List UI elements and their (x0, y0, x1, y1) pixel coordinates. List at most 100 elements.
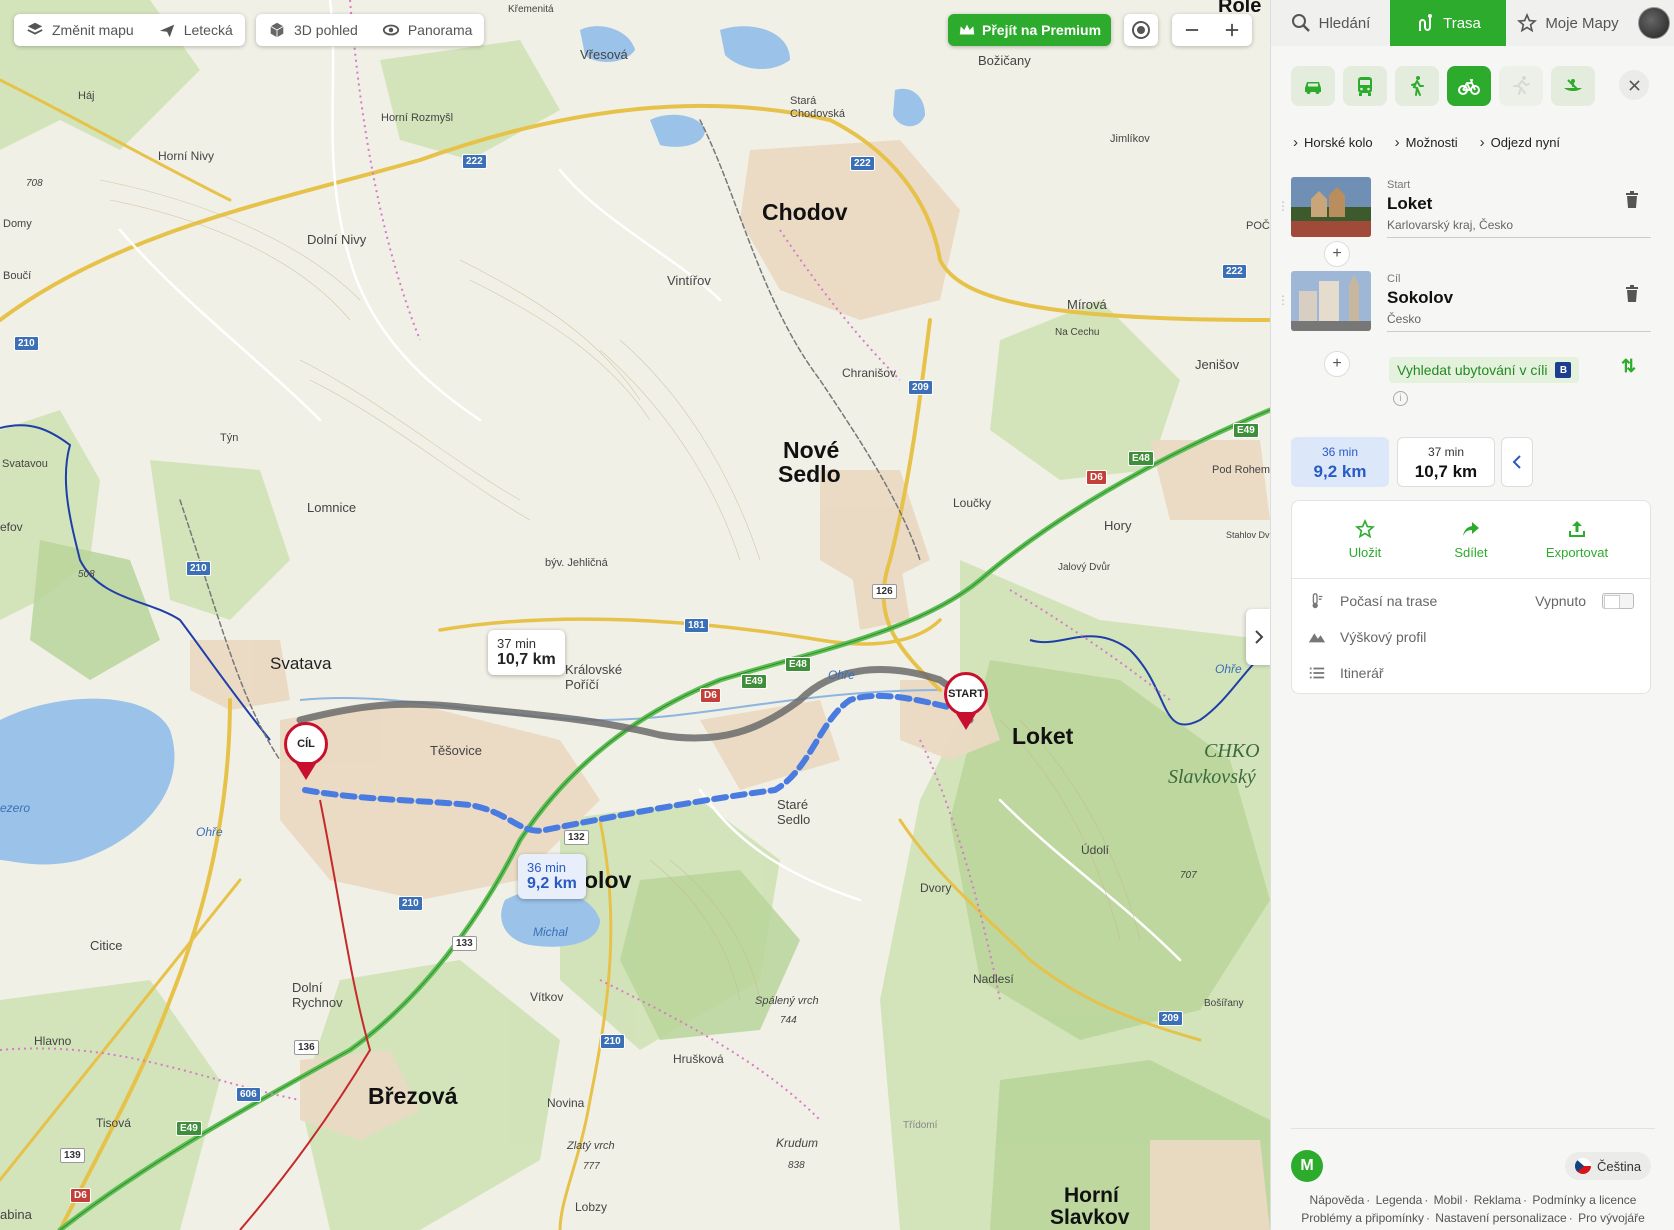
target-icon (1132, 21, 1150, 39)
place-lobzy: Lobzy (575, 1200, 608, 1214)
mode-walk-button[interactable] (1395, 66, 1439, 106)
sidebar-tabs: Hledání Trasa Moje Mapy (1271, 0, 1674, 46)
weather-row[interactable]: Počasí na trase Vypnuto (1292, 583, 1650, 619)
zoom-out-button[interactable] (1172, 14, 1212, 46)
list-icon (1309, 667, 1325, 679)
bike-type-option[interactable]: › Horské kolo (1293, 134, 1373, 151)
user-avatar[interactable] (1638, 7, 1670, 39)
route-alternative-1[interactable]: 36 min 9,2 km (1291, 437, 1389, 487)
end-divider (1387, 331, 1651, 332)
language-selector[interactable]: Čeština (1565, 1152, 1652, 1180)
aerial-button[interactable]: Letecká (146, 14, 245, 46)
tab-my-maps[interactable]: Moje Mapy (1506, 0, 1630, 46)
place-udoli: Údolí (1081, 843, 1110, 857)
place-dolni-rychnov-1: Dolní (292, 980, 323, 995)
booking-icon: B (1555, 362, 1572, 378)
mode-transit-button[interactable] (1343, 66, 1387, 106)
routes-collapse-button[interactable] (1501, 437, 1533, 487)
tab-route[interactable]: Trasa (1390, 0, 1506, 46)
footer-link[interactable]: Legenda (1376, 1193, 1423, 1207)
info-icon[interactable]: i (1393, 391, 1408, 406)
footer-link[interactable]: Nastavení personalizace (1435, 1211, 1566, 1225)
place-byv-jehlicna: býv. Jehličná (545, 557, 608, 569)
tab-search[interactable]: Hledání (1271, 0, 1390, 46)
start-pin-tip (955, 712, 977, 730)
walk-icon (1411, 76, 1424, 96)
road-210-a: 210 (14, 336, 39, 351)
route-details-card: Uložit Sdílet Exportovat Počasí na trase… (1291, 500, 1651, 694)
add-waypoint-button[interactable]: + (1324, 241, 1350, 267)
add-waypoint-end-button[interactable]: + (1324, 351, 1350, 377)
waypoint-start[interactable]: ⋮⋮ Start Loket Karlovarský kraj, Česko (1277, 177, 1651, 239)
footer-link[interactable]: Nápověda (1310, 1193, 1365, 1207)
mode-run-button[interactable] (1499, 66, 1543, 106)
route-1-distance: 9,2 km (1313, 462, 1367, 481)
departure-label: Odjezd nyní (1490, 135, 1561, 150)
road-222-c: 222 (1222, 264, 1247, 279)
route-alternative-2[interactable]: 37 min 10,7 km (1397, 437, 1495, 487)
options-option[interactable]: › Možnosti (1395, 134, 1458, 151)
alt-route-bubble[interactable]: 37 min 10,7 km (488, 630, 565, 675)
start-pin[interactable]: START (944, 672, 988, 730)
export-button[interactable]: Exportovat (1532, 501, 1622, 578)
mode-boat-button[interactable] (1551, 66, 1595, 106)
mountain-icon (1308, 633, 1326, 643)
alt-route-time: 37 min (497, 636, 537, 651)
footer-link[interactable]: Reklama (1474, 1193, 1521, 1207)
footer-link[interactable]: Mobil (1434, 1193, 1463, 1207)
river-ohre-1: Ohře (828, 668, 855, 682)
road-e49-b: E49 (1233, 423, 1259, 438)
departure-option[interactable]: › Odjezd nyní (1480, 134, 1560, 151)
share-button[interactable]: Sdílet (1426, 501, 1516, 578)
footer-link[interactable]: Pro vývojáře (1578, 1211, 1645, 1225)
zoom-in-button[interactable] (1212, 14, 1252, 46)
save-button[interactable]: Uložit (1320, 501, 1410, 578)
main-route-bubble[interactable]: 36 min 9,2 km (518, 854, 586, 899)
footer-link[interactable]: Problémy a připomínky (1301, 1211, 1424, 1225)
find-accommodation-button[interactable]: Vyhledat ubytování v cíli B (1389, 357, 1580, 383)
place-lomnice: Lomnice (307, 500, 357, 515)
loket-photo (1291, 177, 1371, 237)
elevation-label: Výškový profil (1340, 629, 1427, 645)
start-region: Karlovarský kraj, Česko (1387, 218, 1514, 232)
weather-toggle[interactable] (1602, 593, 1634, 609)
trash-icon[interactable] (1625, 191, 1639, 209)
elevation-row[interactable]: Výškový profil (1292, 619, 1650, 655)
place-tesovice: Těšovice (430, 743, 483, 758)
map-canvas[interactable]: Chodov Nové Sedlo Loket olov Březová Hor… (0, 0, 1270, 1230)
road-181: 181 (684, 618, 709, 633)
panorama-button[interactable]: Panorama (370, 14, 485, 46)
mode-bike-button[interactable] (1447, 66, 1491, 106)
road-132: 132 (564, 830, 589, 845)
place-bouci: Boučí (3, 270, 32, 282)
place-nadlesi: Nadlesí (973, 972, 1014, 986)
change-map-button[interactable]: Změnit mapu (14, 14, 146, 46)
swap-icon[interactable]: ⇅ (1621, 356, 1636, 377)
mapy-logo[interactable]: M (1291, 1150, 1323, 1182)
place-mirova: Mírová (1067, 297, 1107, 312)
close-route-button[interactable] (1619, 70, 1649, 100)
save-label: Uložit (1348, 545, 1382, 560)
route-icon (1419, 14, 1433, 31)
place-tyn: Týn (220, 432, 239, 444)
view-3d-button[interactable]: 3D pohled (256, 14, 370, 46)
itinerary-row[interactable]: Itinerář (1292, 655, 1650, 691)
mode-car-button[interactable] (1291, 66, 1335, 106)
destination-pin[interactable]: CÍL (284, 722, 328, 780)
trash-icon[interactable] (1625, 285, 1639, 303)
footer-link[interactable]: Podmínky a licence (1532, 1193, 1636, 1207)
chko-label-1: CHKO (1204, 740, 1260, 762)
aerial-label: Letecká (183, 22, 233, 38)
panel-collapse-button[interactable] (1246, 609, 1270, 665)
place-hory: Hory (1104, 518, 1132, 533)
zoom-controls (1172, 14, 1252, 46)
start-divider (1387, 237, 1651, 238)
peak-508: 508 (78, 569, 95, 580)
bike-type-label: Horské kolo (1304, 135, 1373, 150)
waypoint-end[interactable]: ⋮⋮ Cíl Sokolov Česko (1277, 271, 1651, 333)
locate-button[interactable] (1124, 14, 1158, 46)
road-133: 133 (452, 936, 477, 951)
peak-zlaty-vrch: Zlatý vrch (567, 1140, 615, 1152)
star-icon (1517, 13, 1538, 33)
premium-button[interactable]: Přejít na Premium (948, 14, 1112, 46)
